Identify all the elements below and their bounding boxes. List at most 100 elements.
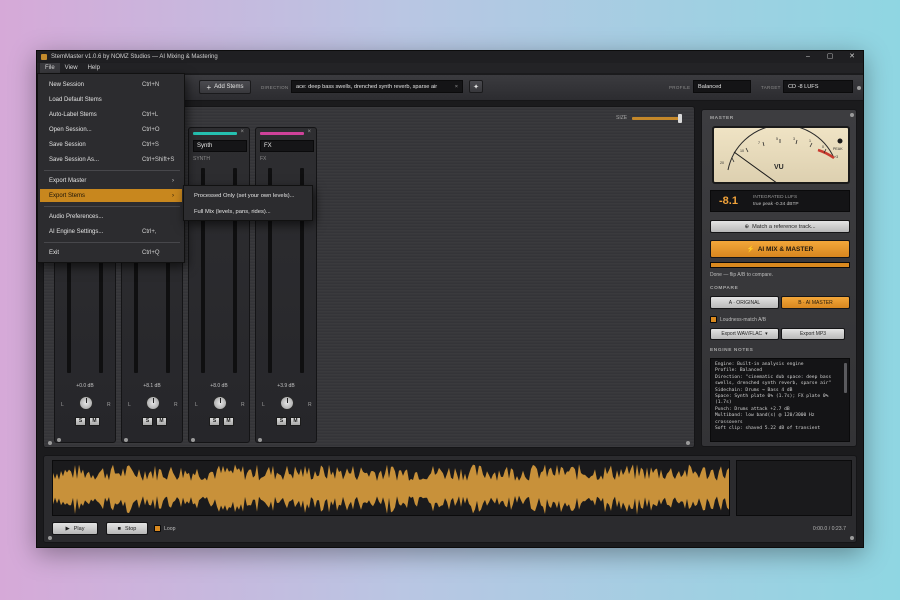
waveform-overview [736,460,852,516]
peak-label: PEAK [833,147,843,151]
add-stems-button[interactable]: + Add Stems [199,80,251,94]
export-mp3-button[interactable]: Export MP3 [781,328,845,340]
loop-checkbox[interactable] [154,525,161,532]
svg-text:7: 7 [758,141,760,145]
play-button[interactable]: ▶ Play [52,522,98,535]
solo-button[interactable]: S [75,417,86,426]
match-reference-button[interactable]: ⊕ Match a reference track... [710,220,850,233]
pan-left-label: L [195,402,198,408]
play-label: Play [73,525,85,532]
note-line: Direction: "cinematic dub space: deep ba… [715,374,834,387]
add-stems-label: Add Stems [214,84,244,90]
channel-strip-synth: × Synth SYNTH +8.0 dB L R S M [188,127,250,443]
direction-input[interactable]: ace: deep bass swells, drenched synth re… [291,80,463,93]
channel-role: FX [260,156,267,162]
menu-item-ai-engine-settings[interactable]: AI Engine Settings... Ctrl+, [40,225,182,238]
menu-item-shortcut: Ctrl+S [142,141,159,148]
menu-item-auto-label-stems[interactable]: Auto-Label Stems Ctrl+L [40,108,182,121]
true-peak-readout: true peak -0.34 dBTP [753,202,799,207]
pan-left-label: L [128,402,131,408]
direction-value: ace: deep bass swells, drenched synth re… [296,83,438,90]
clear-direction-button[interactable]: × [455,84,458,90]
solo-button[interactable]: S [276,417,287,426]
export-wav-flac-label: Export WAV/FLAC [721,331,763,337]
engine-notes-log[interactable]: Engine: Built-in analysis engine Profile… [710,358,850,442]
menu-help[interactable]: Help [83,63,105,73]
app-window: StemMaster v1.0.6 by NOMZ Studios — AI M… [36,50,864,548]
menu-item-processed-only[interactable]: Processed Only (set your own levels)... [186,189,312,203]
menu-view[interactable]: View [60,63,83,73]
strip-corner-dot [124,438,128,442]
waveform-panel: ▶ Play ■ Stop Loop 0:00.0 / 0:23.7 [43,455,857,543]
remove-channel-button[interactable]: × [240,129,244,135]
menu-separator [44,170,180,171]
menu-item-save-session-as[interactable]: Save Session As... Ctrl+Shift+S [40,153,182,166]
waveform-display[interactable] [52,460,730,516]
target-icon: ⊕ [744,223,750,230]
menu-item-shortcut: Ctrl+, [142,228,157,235]
target-select[interactable]: CD -8 LUFS [783,80,853,93]
menu-item-export-stems[interactable]: Export Stems › [40,189,182,202]
stop-button[interactable]: ■ Stop [106,522,148,535]
menu-item-export-master[interactable]: Export Master › [40,174,182,187]
solo-button[interactable]: S [142,417,153,426]
pan-knob[interactable] [280,396,294,410]
vu-meter: 20 10 7 5 3 1 0 +3 VU PEAK [712,126,850,184]
master-title: MASTER [710,116,734,121]
sparkle-button[interactable]: ✦ [469,80,483,93]
original-button[interactable]: A · ORIGINAL [710,296,779,309]
menu-item-audio-preferences[interactable]: Audio Preferences... [40,210,182,223]
loudness-match-checkbox[interactable] [710,316,717,323]
menu-item-shortcut: Ctrl+Shift+S [142,156,175,163]
solo-button[interactable]: S [209,417,220,426]
pan-knob[interactable] [213,396,227,410]
remove-channel-button[interactable]: × [307,129,311,135]
close-button[interactable]: ✕ [841,51,863,63]
menu-item-exit[interactable]: Exit Ctrl+Q [40,246,182,259]
pan-knob[interactable] [146,396,160,410]
menu-item-new-session[interactable]: New Session Ctrl+N [40,78,182,91]
profile-value: Balanced [698,83,722,90]
export-wav-flac-button[interactable]: Export WAV/FLAC ▾ [710,328,779,340]
mute-button[interactable]: M [156,417,167,426]
ai-mix-master-button[interactable]: ⚡ AI MIX & MASTER [710,240,850,258]
channel-gain: +3.9 dB [277,383,295,389]
ai-master-button[interactable]: B · AI MASTER [781,296,850,309]
channel-name-field[interactable]: Synth [193,140,247,152]
match-reference-label: Match a reference track... [752,223,816,230]
waveform-corner-dot [48,536,52,540]
channel-name-field[interactable]: FX [260,140,314,152]
mute-button[interactable]: M [223,417,234,426]
mute-button[interactable]: M [290,417,301,426]
profile-label: PROFILE [669,85,691,90]
master-corner-dot [850,113,854,117]
menu-item-shortcut: Ctrl+Q [142,249,160,256]
pan-knob[interactable] [79,396,93,410]
svg-text:20: 20 [720,161,724,165]
status-text: Done — flip A/B to compare. [710,272,774,278]
engine-notes-title: ENGINE NOTES [710,348,754,353]
note-line: Space: Synth plate 0% (1.7s); FX plate 0… [715,394,832,406]
plus-icon: + [206,82,212,92]
profile-select[interactable]: Balanced [693,80,751,93]
size-slider[interactable] [632,117,680,120]
menu-item-label: Save Session [49,141,86,148]
minimize-button[interactable]: – [797,51,819,63]
mixer-corner-dot [686,441,690,445]
notes-scrollbar[interactable] [844,363,847,393]
menu-item-load-default-stems[interactable]: Load Default Stems [40,93,182,106]
maximize-button[interactable]: ▢ [819,51,841,63]
strip-corner-dot [258,438,262,442]
menu-item-label: Save Session As... [49,156,100,163]
waveform-graphic [53,464,729,515]
size-slider-handle[interactable] [678,114,682,123]
menu-item-label: Export Stems [49,192,86,199]
menu-item-open-session[interactable]: Open Session... Ctrl+O [40,123,182,136]
menu-item-save-session[interactable]: Save Session Ctrl+S [40,138,182,151]
mute-button[interactable]: M [89,417,100,426]
stop-label: Stop [125,525,137,532]
menu-item-full-mix[interactable]: Full Mix (levels, pans, rides)... [186,205,312,219]
svg-text:10: 10 [740,149,744,153]
menu-item-shortcut: Ctrl+L [142,111,159,118]
menu-file[interactable]: File [40,63,60,73]
